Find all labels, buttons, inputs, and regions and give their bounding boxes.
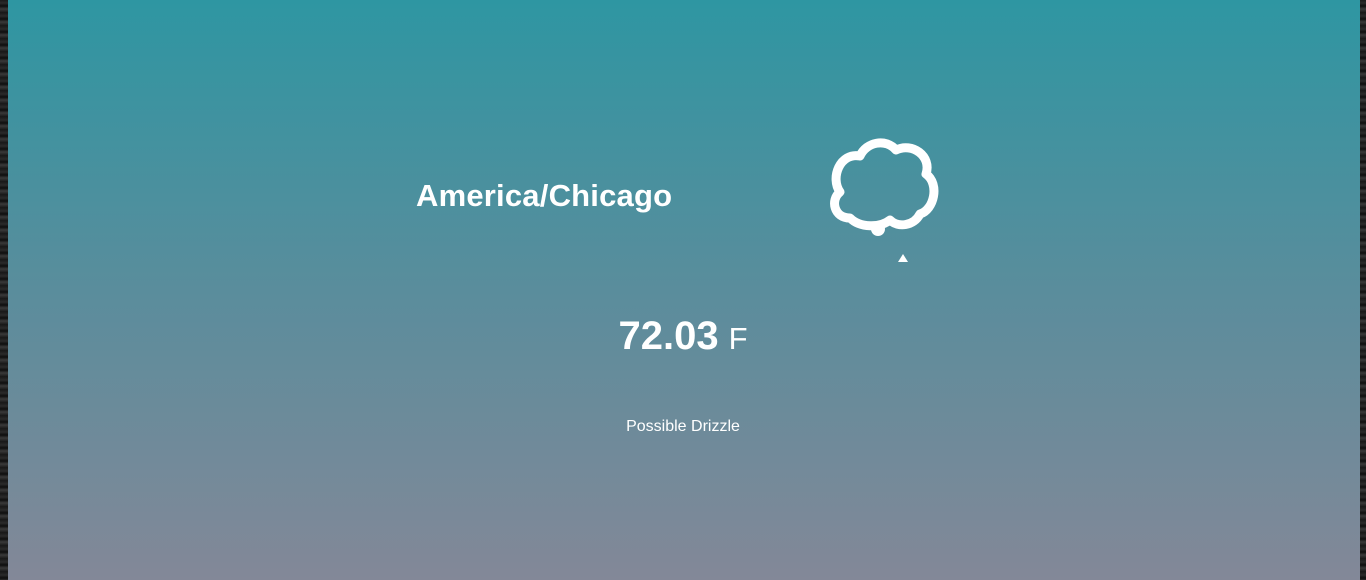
desktop-background-right xyxy=(1360,0,1366,580)
location-timezone: America/Chicago xyxy=(416,178,673,213)
desktop-background-left xyxy=(0,0,8,580)
drizzle-cloud-icon xyxy=(830,138,939,236)
weather-app: America/Chicago 72.03 F Possible Drizzle xyxy=(8,0,1360,580)
weather-summary: Possible Drizzle xyxy=(626,418,740,435)
temperature-value: 72.03 xyxy=(618,314,719,358)
temperature-display: 72.03 F xyxy=(8,314,1358,359)
temperature-unit-toggle[interactable]: F xyxy=(729,321,748,356)
wind-direction-arrow-icon xyxy=(898,254,908,262)
